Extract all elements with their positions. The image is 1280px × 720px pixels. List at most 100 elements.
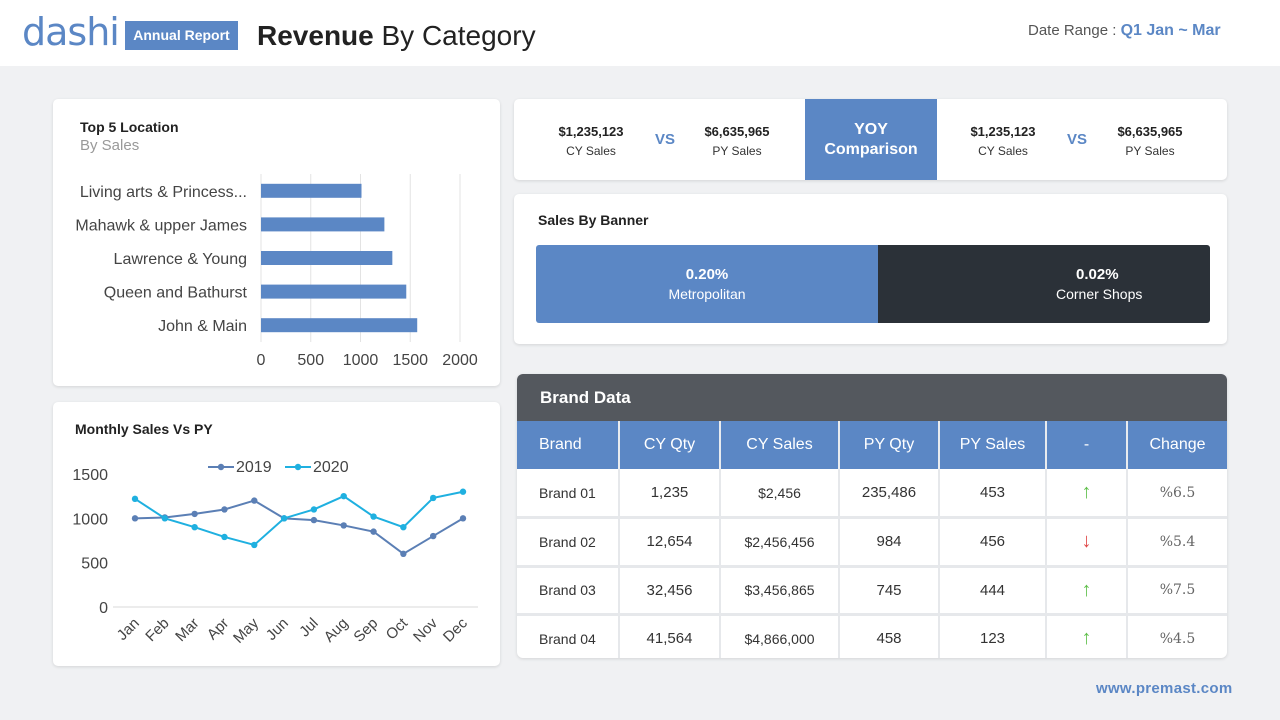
cy-qty-cell: 41,564 xyxy=(619,614,721,658)
x-tick-label: Mar xyxy=(172,615,202,645)
data-point xyxy=(191,510,198,518)
data-point xyxy=(131,495,139,503)
brand-cell: Brand 04 xyxy=(517,614,620,658)
column-header[interactable]: - xyxy=(1046,421,1128,469)
yoy-comparison-label: YOY Comparison xyxy=(805,99,937,180)
trend-cell: ↑ xyxy=(1046,614,1128,658)
footer-website-link[interactable]: www.premast.com xyxy=(1096,680,1232,697)
bar xyxy=(261,217,385,232)
data-point xyxy=(310,516,318,524)
top5-location-card: Top 5 Location By Sales 0 500 1000 1500 2000… xyxy=(53,99,500,386)
banner-pct: 0.02% xyxy=(1076,266,1119,283)
banner-segment-corner-shops[interactable]: 0.02% Corner Shops xyxy=(878,245,1210,323)
data-point xyxy=(251,541,258,549)
top5-bar-chart: 0 500 1000 1500 2000 Living arts & Princess..… xyxy=(75,174,478,369)
brand-cell: Brand 01 xyxy=(517,469,620,519)
top-bar: dashi Annual Report Revenue By Category … xyxy=(0,0,1280,66)
banner-bar: 0.20% Metropolitan 0.02% Corner Shops xyxy=(536,245,1210,323)
data-point xyxy=(370,528,377,535)
bar xyxy=(261,183,362,198)
data-point xyxy=(400,524,407,531)
data-point xyxy=(191,524,198,531)
cy-sales-cell: $2,456 xyxy=(720,469,840,519)
py-qty-cell: 235,486 xyxy=(839,469,940,519)
trend-cell: ↓ xyxy=(1046,517,1128,568)
category-label: John & Main xyxy=(158,318,247,335)
x-tick-label: Jan xyxy=(114,615,143,644)
page-title: Revenue By Category xyxy=(257,18,536,54)
x-tick-label: 1000 xyxy=(343,352,379,369)
banner-title: Sales By Banner xyxy=(538,212,649,228)
x-tick-label: Feb xyxy=(142,615,172,645)
data-point xyxy=(161,515,169,522)
brand-cell: Brand 03 xyxy=(517,566,620,616)
column-header[interactable]: Brand xyxy=(517,421,620,469)
category-label: Queen and Bathurst xyxy=(104,285,248,302)
page-title-bold: Revenue xyxy=(257,20,374,51)
right-cy-sales-label: CY Sales xyxy=(978,144,1028,158)
data-point xyxy=(340,492,347,500)
column-header[interactable]: Change xyxy=(1127,421,1227,469)
x-tick-label: Aug xyxy=(321,615,352,646)
legend-marker xyxy=(217,463,225,471)
change-cell: %7.5 xyxy=(1127,566,1227,616)
bar xyxy=(261,318,418,333)
table-row[interactable]: Brand 03 32,456 $3,456,865 745 444 ↑ %7.5 xyxy=(517,566,1227,616)
column-header[interactable]: CY Sales xyxy=(720,421,840,469)
sales-by-banner-card: Sales By Banner 0.20% Metropolitan 0.02%… xyxy=(514,194,1227,344)
x-tick-label: Dec xyxy=(440,614,471,645)
cy-sales-cell: $4,866,000 xyxy=(720,614,840,658)
series-line xyxy=(134,499,464,556)
column-header[interactable]: PY Sales xyxy=(939,421,1047,469)
x-tick-label: 0 xyxy=(257,352,266,369)
x-tick-label: 2000 xyxy=(442,352,478,369)
date-range-label: Date Range : xyxy=(1028,22,1121,39)
legend-label: 2020 xyxy=(313,459,349,476)
date-range[interactable]: Date Range : Q1 Jan ~ Mar xyxy=(1028,20,1221,42)
date-range-value[interactable]: Q1 Jan ~ Mar xyxy=(1121,22,1221,39)
trend-cell: ↑ xyxy=(1046,469,1128,519)
column-header[interactable]: CY Qty xyxy=(619,421,721,469)
cy-sales-cell: $2,456,456 xyxy=(720,517,840,568)
yoy-line1: YOY xyxy=(854,121,888,138)
data-point xyxy=(400,550,407,557)
arrow-down-icon: ↓ xyxy=(1081,530,1092,553)
table-row[interactable]: Brand 02 12,654 $2,456,456 984 456 ↓ %5.4 xyxy=(517,517,1227,568)
y-tick-label: 500 xyxy=(81,556,108,573)
right-cy-sales-value: $1,235,123 xyxy=(970,124,1036,139)
banner-segment-metropolitan[interactable]: 0.20% Metropolitan xyxy=(536,245,878,323)
table-row[interactable]: Brand 01 1,235 $2,456 235,486 453 ↑ %6.5 xyxy=(517,469,1227,519)
cy-sales-cell: $3,456,865 xyxy=(720,566,840,616)
table-header-row: Brand CY Qty CY Sales PY Qty PY Sales - … xyxy=(517,421,1227,469)
table-row[interactable]: Brand 04 41,564 $4,866,000 458 123 ↑ %4.5 xyxy=(517,614,1227,658)
category-label: Living arts & Princess... xyxy=(80,184,247,201)
x-tick-label: Oct xyxy=(383,614,412,643)
yoy-comparison-card: $1,235,123 CY Sales VS $6,635,965 PY Sal… xyxy=(514,99,1227,180)
legend-label: 2019 xyxy=(236,459,272,476)
data-point xyxy=(429,494,437,502)
page-title-rest: By Category xyxy=(373,20,536,51)
left-py-sales-value: $6,635,965 xyxy=(704,124,770,139)
change-cell: %6.5 xyxy=(1127,469,1227,519)
monthly-line-chart: 0 500 1000 1500 Jan Feb Mar AprMay Jun JulAugSep O… xyxy=(72,459,478,647)
arrow-up-icon: ↑ xyxy=(1081,481,1092,503)
column-header[interactable]: PY Qty xyxy=(839,421,940,469)
banner-pct: 0.20% xyxy=(685,266,729,283)
py-qty-cell: 458 xyxy=(839,614,940,658)
left-py-sales-label: PY Sales xyxy=(712,144,762,158)
left-cy-sales-value: $1,235,123 xyxy=(558,124,624,139)
change-cell: %5.4 xyxy=(1127,517,1227,568)
data-point xyxy=(251,497,258,504)
dashi-logo[interactable]: dashi xyxy=(22,10,120,54)
py-sales-cell: 456 xyxy=(939,517,1047,568)
x-tick-label: May xyxy=(230,614,262,646)
banner-name: Corner Shops xyxy=(1056,286,1143,302)
data-point xyxy=(280,515,288,522)
brand-data-card: Brand Data Brand CY Qty CY Sales PY Qty … xyxy=(517,374,1227,658)
brand-cell: Brand 02 xyxy=(517,517,620,568)
py-qty-cell: 745 xyxy=(839,566,940,616)
x-tick-label: Apr xyxy=(204,615,233,644)
category-label: Mahawk & upper James xyxy=(75,217,247,234)
cy-qty-cell: 1,235 xyxy=(619,469,721,519)
y-tick-label: 0 xyxy=(99,600,108,617)
